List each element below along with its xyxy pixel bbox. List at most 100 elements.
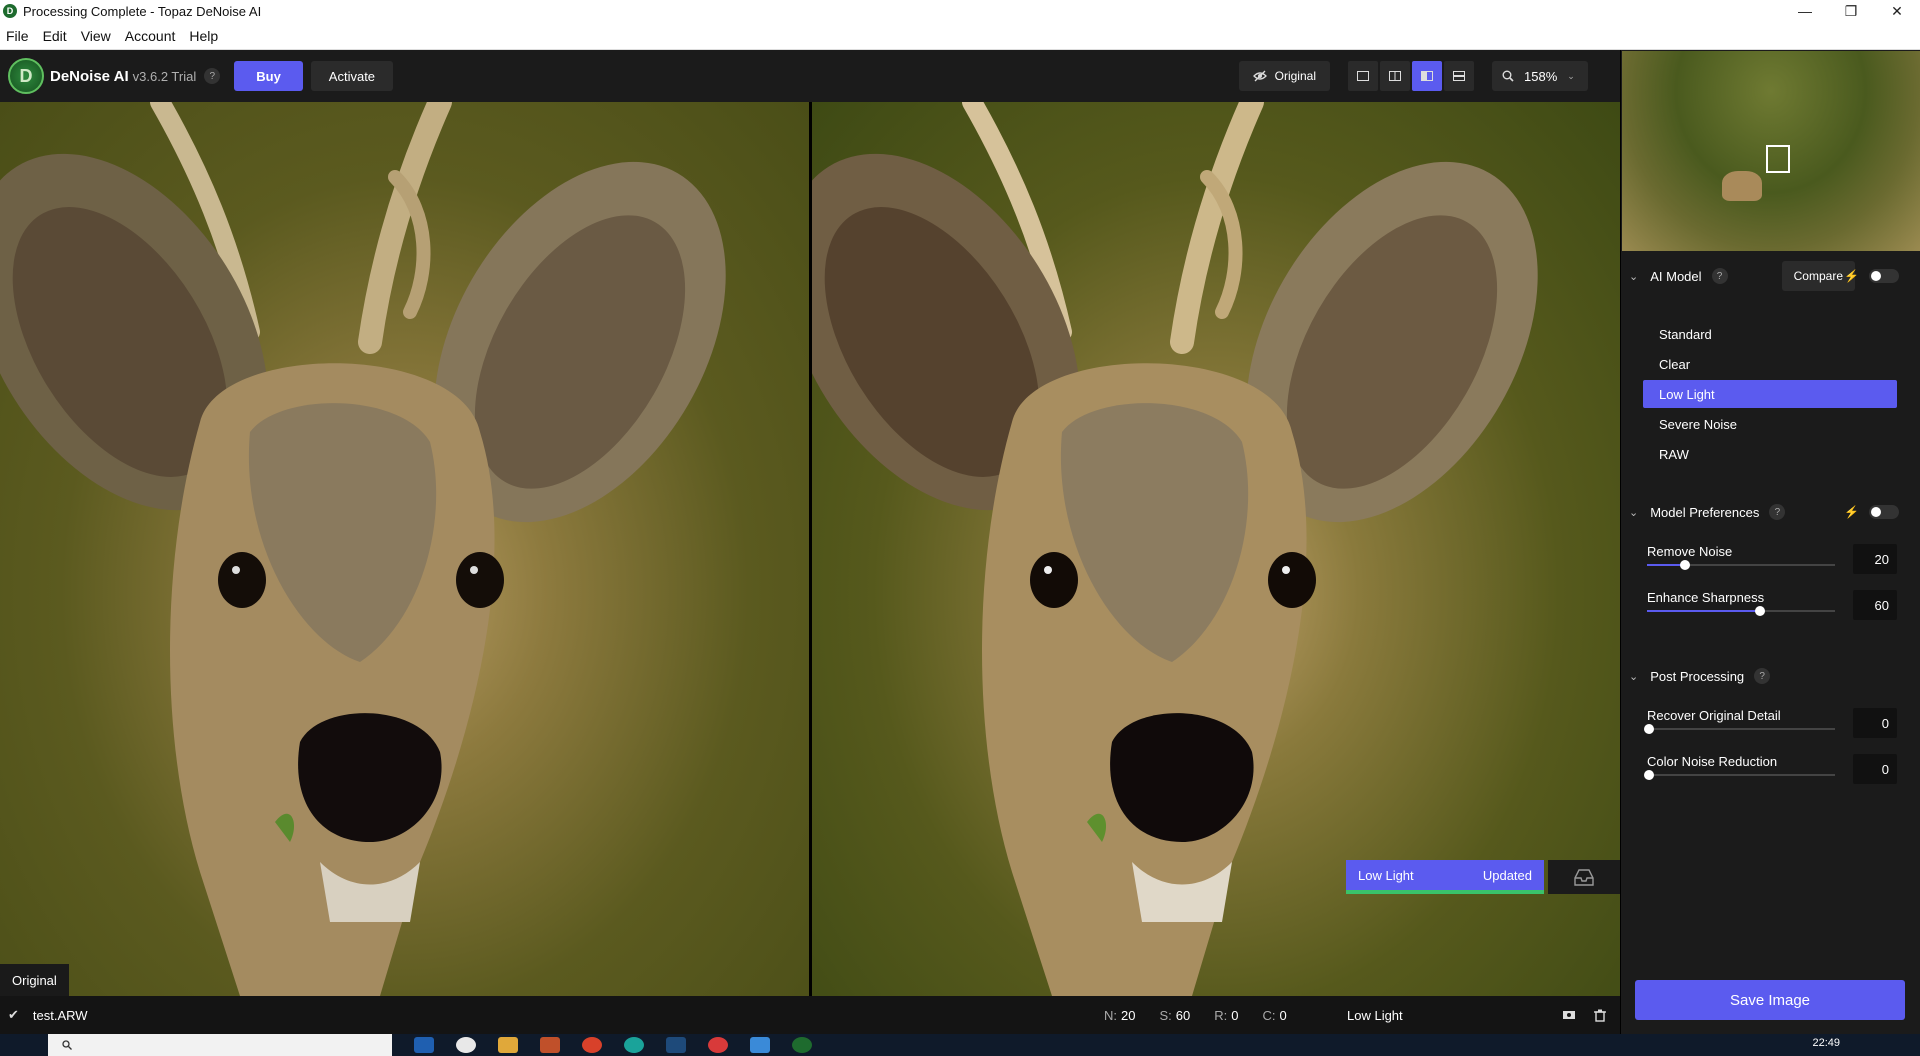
taskbar-app-icon[interactable] <box>582 1037 602 1053</box>
taskbar-apps <box>414 1037 812 1053</box>
buy-button[interactable]: Buy <box>234 61 303 91</box>
model-preferences-auto-toggle[interactable] <box>1869 505 1899 519</box>
enhance-sharpness-slider[interactable] <box>1647 606 1835 616</box>
model-item-severe-noise[interactable]: Severe Noise <box>1643 410 1897 438</box>
status-model-name: Low Light <box>1347 1007 1403 1023</box>
file-name[interactable]: test.ARW <box>33 1008 88 1023</box>
stat-s-value: 60 <box>1175 1007 1191 1023</box>
save-image-button[interactable]: Save Image <box>1635 980 1905 1020</box>
ai-model-title: AI Model <box>1650 268 1702 284</box>
chevron-down-icon: ⌄ <box>1567 70 1575 81</box>
menu-help[interactable]: Help <box>189 28 218 44</box>
status-actions <box>1562 996 1606 1034</box>
remove-noise-slider-row: Remove Noise 20 <box>1647 544 1897 584</box>
settings-sidebar: ⌄ AI Model ? Compare ⚡ Standard Clear Lo… <box>1620 50 1920 1034</box>
chevron-down-icon: ⌄ <box>1629 270 1639 283</box>
taskbar-app-icon[interactable] <box>540 1037 560 1053</box>
color-noise-slider-row: Color Noise Reduction 0 <box>1643 754 1897 794</box>
color-noise-slider-knob[interactable] <box>1643 770 1654 780</box>
menu-account[interactable]: Account <box>125 28 176 44</box>
product-version: v3.6.2 Trial <box>132 68 197 84</box>
menu-edit[interactable]: Edit <box>43 28 67 44</box>
navigator-thumbnail[interactable] <box>1622 51 1920 251</box>
original-toggle-button[interactable]: Original <box>1238 61 1330 91</box>
taskbar-clock: 22:49 <box>1812 1037 1840 1049</box>
taskbar-search[interactable] <box>48 1034 392 1056</box>
model-preferences-section-header[interactable]: ⌄ Model Preferences ? ⚡ <box>1621 498 1920 526</box>
eye-off-icon <box>1252 70 1267 82</box>
settings-summary: N: 20 S: 60 R: 0 C: 0 <box>1104 996 1287 1034</box>
original-label: Original <box>1274 69 1316 83</box>
status-bar: ✔ test.ARW N: 20 S: 60 R: 0 C: 0 Low Light <box>0 996 1620 1034</box>
restore-button[interactable]: ❐ <box>1828 0 1874 22</box>
taskbar-app-icon[interactable] <box>456 1037 476 1053</box>
taskbar-app-icon[interactable] <box>414 1037 434 1053</box>
stat-r-value: 0 <box>1231 1007 1239 1023</box>
navigator-viewport-box[interactable] <box>1766 145 1790 173</box>
enhance-sharpness-slider-fill <box>1647 610 1760 612</box>
color-noise-slider[interactable] <box>1643 770 1835 780</box>
ai-model-help-icon[interactable]: ? <box>1711 268 1728 284</box>
chevron-down-icon: ⌄ <box>1629 506 1639 519</box>
remove-noise-value[interactable]: 20 <box>1853 544 1897 574</box>
app-icon: D <box>3 4 17 18</box>
folder-icon[interactable] <box>498 1037 518 1053</box>
post-processing-help-icon[interactable]: ? <box>1754 668 1771 684</box>
ai-model-auto-toggle[interactable] <box>1869 269 1899 283</box>
menu-file[interactable]: File <box>6 28 29 44</box>
original-image-pane[interactable]: Original <box>0 102 809 996</box>
color-noise-label: Color Noise Reduction <box>1647 754 1778 769</box>
view-mode-group <box>1348 61 1474 91</box>
model-item-clear[interactable]: Clear <box>1643 350 1897 378</box>
deer-image-original <box>0 102 726 996</box>
close-button[interactable]: ✕ <box>1874 0 1920 22</box>
preview-icon[interactable] <box>1562 1009 1576 1021</box>
menu-view[interactable]: View <box>81 28 111 44</box>
zoom-control[interactable]: 158% ⌄ <box>1492 61 1588 91</box>
taskbar-app-icon[interactable] <box>666 1037 686 1053</box>
minimize-button[interactable]: — <box>1782 0 1828 22</box>
recover-detail-slider-knob[interactable] <box>1643 724 1654 734</box>
taskbar-app-icon[interactable] <box>750 1037 770 1053</box>
enhance-sharpness-value[interactable]: 60 <box>1853 590 1897 620</box>
remove-noise-slider-knob[interactable] <box>1679 560 1690 570</box>
save-preview-button[interactable] <box>1548 860 1620 894</box>
model-item-raw[interactable]: RAW <box>1643 440 1897 468</box>
windows-taskbar: 22:49 <box>0 1034 1920 1056</box>
remove-noise-slider[interactable] <box>1647 560 1835 570</box>
original-label-badge: Original <box>0 964 69 996</box>
trash-icon[interactable] <box>1594 1009 1606 1022</box>
zoom-level: 158% <box>1524 68 1558 84</box>
recover-detail-value[interactable]: 0 <box>1853 708 1897 738</box>
processed-status: Updated <box>1482 867 1532 883</box>
side-by-side-view-icon <box>1421 71 1433 81</box>
color-noise-value[interactable]: 0 <box>1853 754 1897 784</box>
thumbnail-deer <box>1722 171 1762 201</box>
model-item-standard[interactable]: Standard <box>1643 320 1897 348</box>
ai-model-section-header[interactable]: ⌄ AI Model ? Compare ⚡ <box>1621 261 1920 291</box>
zoom-icon <box>1502 70 1514 82</box>
taskbar-app-icon[interactable] <box>624 1037 644 1053</box>
denoise-taskbar-icon[interactable] <box>792 1037 812 1053</box>
model-item-low-light[interactable]: Low Light <box>1643 380 1897 408</box>
window-titlebar: D Processing Complete - Topaz DeNoise AI… <box>0 0 1920 22</box>
bolt-icon: ⚡ <box>1844 269 1859 283</box>
single-view-button[interactable] <box>1348 61 1378 91</box>
stat-r-key: R: <box>1214 1007 1228 1023</box>
activate-button[interactable]: Activate <box>310 61 394 91</box>
processed-model-name: Low Light <box>1358 867 1414 883</box>
inbox-icon <box>1574 869 1594 886</box>
window-title: Processing Complete - Topaz DeNoise AI <box>23 3 262 19</box>
model-preferences-help-icon[interactable]: ? <box>1769 504 1786 520</box>
post-processing-section-header[interactable]: ⌄ Post Processing ? <box>1621 662 1920 690</box>
side-by-side-view-button[interactable] <box>1412 61 1442 91</box>
recover-detail-slider-row: Recover Original Detail 0 <box>1643 708 1897 748</box>
search-icon <box>62 1040 72 1050</box>
taskbar-app-icon[interactable] <box>708 1037 728 1053</box>
comparison-view-button[interactable] <box>1444 61 1474 91</box>
recover-detail-slider[interactable] <box>1643 724 1835 734</box>
help-icon[interactable]: ? <box>204 68 221 84</box>
split-view-button[interactable] <box>1380 61 1410 91</box>
enhance-sharpness-slider-row: Enhance Sharpness 60 <box>1647 590 1897 630</box>
enhance-sharpness-slider-knob[interactable] <box>1754 606 1765 616</box>
